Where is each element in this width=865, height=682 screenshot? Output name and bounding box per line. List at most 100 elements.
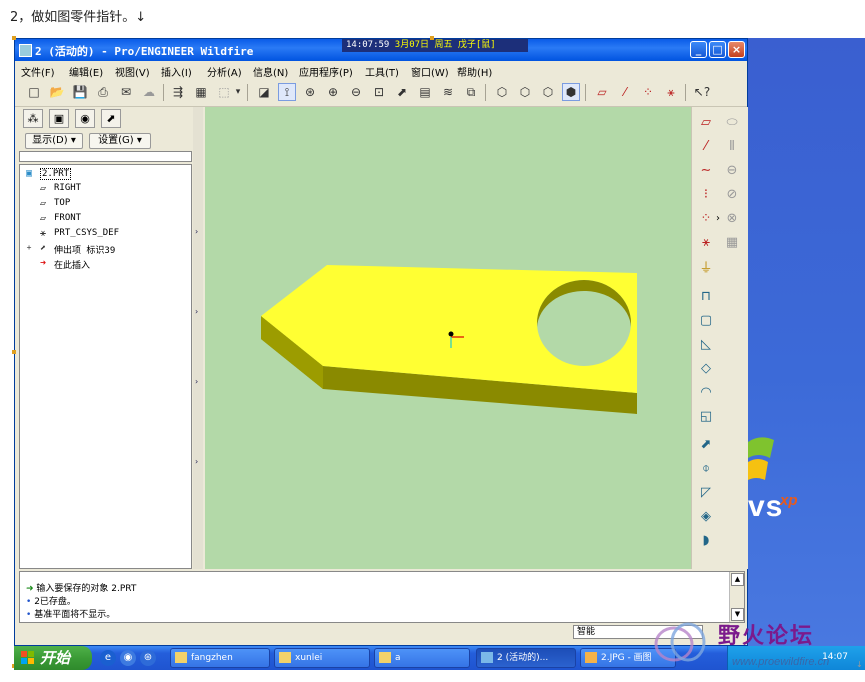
tree-node-label: RIGHT [54, 183, 82, 193]
panel-splitter[interactable]: › › › › [193, 107, 203, 569]
mirror-tool-icon[interactable]: ⫴ [723, 137, 741, 155]
maximize-button[interactable]: □ [709, 41, 726, 58]
rib-tool-icon[interactable]: ◺ [697, 335, 715, 353]
title-bar[interactable]: 2 (活动的) - Pro/ENGINEER Wildfire 14:07:59… [15, 39, 747, 61]
csys-tool-icon[interactable]: ⚹ [697, 233, 715, 251]
shell-tool-icon[interactable]: ▢ [697, 311, 715, 329]
wireframe-icon[interactable]: ⬡ [493, 83, 511, 101]
collapse-arrow-icon[interactable]: › [195, 377, 201, 386]
menu-analysis[interactable]: 分析(A) [207, 64, 242, 79]
zoom-in-icon[interactable]: ⊕ [324, 83, 342, 101]
trim-tool-icon[interactable]: ⊘ [723, 185, 741, 203]
send-icon[interactable]: ✉ [117, 83, 135, 101]
menu-tools[interactable]: 工具(T) [365, 64, 399, 79]
resize-handle[interactable] [12, 350, 16, 354]
sweep-tool-icon[interactable]: ◸ [697, 483, 715, 501]
datum-planes-icon[interactable]: ▱ [593, 83, 611, 101]
scroll-up-icon[interactable]: ▲ [731, 573, 744, 586]
close-button[interactable]: × [728, 41, 745, 58]
orient-icon[interactable]: ⊛ [301, 83, 319, 101]
menu-bar: 文件(F) 编辑(E) 视图(V) 插入(I) 分析(A) 信息(N) 应用程序… [15, 61, 747, 81]
menu-edit[interactable]: 编辑(E) [69, 64, 103, 79]
no-hidden-icon[interactable]: ⬡ [539, 83, 557, 101]
desktop-background: vs xp [748, 38, 865, 646]
save-icon[interactable]: 💾 [71, 83, 89, 101]
datum-point-tool-icon[interactable]: ⁘ [697, 209, 715, 227]
new-file-icon[interactable]: □ [25, 83, 43, 101]
dropdown-icon[interactable]: ▾ [233, 83, 243, 101]
task-label: 2.JPG - 画图 [601, 653, 652, 663]
flame-logo-icon [654, 622, 706, 662]
datum-plane-tool-icon[interactable]: ▱ [697, 113, 715, 131]
menu-file[interactable]: 文件(F) [21, 64, 55, 79]
menu-view[interactable]: 视图(V) [115, 64, 150, 79]
media-icon[interactable]: ⊛ [140, 650, 156, 666]
graphics-viewport[interactable] [205, 107, 691, 569]
zoom-out-icon[interactable]: ⊖ [347, 83, 365, 101]
favorites-tab[interactable]: ◉ [75, 109, 95, 128]
print-icon[interactable]: ⎙ [94, 83, 112, 101]
context-help-icon[interactable]: ↖? [693, 83, 711, 101]
minimize-button[interactable]: _ [690, 41, 707, 58]
layers-icon[interactable]: ≋ [439, 83, 457, 101]
analysis-tool-icon[interactable]: ⏚ [697, 257, 715, 276]
model-tree-tab[interactable]: ⁂ [23, 109, 43, 128]
task-button[interactable]: xunlei [274, 648, 370, 668]
saved-views-icon[interactable]: ▤ [416, 83, 434, 101]
shading-icon[interactable]: ⬢ [562, 83, 580, 101]
select-box-icon[interactable]: ⬚ [215, 83, 233, 101]
chamfer-tool-icon[interactable]: ◱ [697, 407, 715, 425]
pattern-tool-icon[interactable]: ▦ [723, 233, 741, 251]
show-dropdown[interactable]: 显示(D) ▾ [25, 133, 83, 149]
open-folder-icon[interactable]: 📂 [48, 83, 66, 101]
start-button[interactable]: 开始 [14, 646, 92, 670]
fit-icon[interactable]: ⊡ [370, 83, 388, 101]
spin-center-icon[interactable]: ⟟ [278, 83, 296, 101]
datum-display-icon[interactable]: ⇶ [169, 83, 187, 101]
find-icon[interactable]: ▦ [192, 83, 210, 101]
resize-handle[interactable] [12, 36, 16, 40]
regenerate-icon[interactable]: ☁ [140, 83, 158, 101]
task-button[interactable]: fangzhen [170, 648, 270, 668]
collapse-arrow-icon[interactable]: › [195, 307, 201, 316]
style-tool-icon[interactable]: ◗ [697, 531, 715, 549]
expand-icon[interactable]: + [24, 243, 34, 255]
folder-browser-tab[interactable]: ▣ [49, 109, 69, 128]
datum-axes-icon[interactable]: ⁄ [616, 83, 634, 101]
connections-tab[interactable]: ⬈ [101, 109, 121, 128]
datum-curve-tool-icon[interactable]: ∼ [697, 161, 715, 179]
flyout-arrow-icon[interactable]: › [714, 209, 722, 227]
menu-help[interactable]: 帮助(H) [457, 64, 492, 79]
csys-icon[interactable]: ⚹ [662, 83, 680, 101]
sketched-datum-icon[interactable]: ⁝ [697, 185, 715, 203]
menu-insert[interactable]: 插入(I) [161, 64, 192, 79]
extrude-tool-icon[interactable]: ⬈ [697, 435, 715, 453]
reorient-icon[interactable]: ⬈ [393, 83, 411, 101]
draft-tool-icon[interactable]: ◇ [697, 359, 715, 377]
menu-window[interactable]: 窗口(W) [411, 64, 449, 79]
task-button[interactable]: 2 (活动的)... [476, 648, 576, 668]
blend-tool-icon[interactable]: ◈ [697, 507, 715, 525]
ie-icon[interactable]: e [100, 650, 116, 666]
csys-icon: ⚹ [40, 228, 46, 239]
datum-points-icon[interactable]: ⁘ [639, 83, 657, 101]
collapse-arrow-icon[interactable]: › [195, 457, 201, 466]
resize-handle[interactable] [430, 36, 434, 40]
merge-tool-icon[interactable]: ⊖ [723, 161, 741, 179]
datum-axis-tool-icon[interactable]: ⁄ [697, 137, 715, 155]
round-tool-icon[interactable]: ◠ [697, 383, 715, 401]
collapse-arrow-icon[interactable]: › [195, 227, 201, 236]
view-manager-icon[interactable]: ⧉ [462, 83, 480, 101]
menu-applications[interactable]: 应用程序(P) [299, 64, 353, 79]
repaint-icon[interactable]: ◪ [255, 83, 273, 101]
settings-dropdown[interactable]: 设置(G) ▾ [89, 133, 151, 149]
revolve-tool-icon[interactable]: ⌽ [697, 459, 715, 477]
message-text: 基准平面将不显示。 [34, 610, 116, 620]
menu-info[interactable]: 信息(N) [253, 64, 288, 79]
browser-icon[interactable]: ◉ [120, 650, 136, 666]
hole-tool-icon[interactable]: ⊓ [697, 287, 715, 305]
sketch-tool-icon[interactable]: ⬭ [723, 113, 741, 131]
intersect-tool-icon[interactable]: ⊗ [723, 209, 741, 227]
hidden-line-icon[interactable]: ⬡ [516, 83, 534, 101]
task-button[interactable]: a [374, 648, 470, 668]
